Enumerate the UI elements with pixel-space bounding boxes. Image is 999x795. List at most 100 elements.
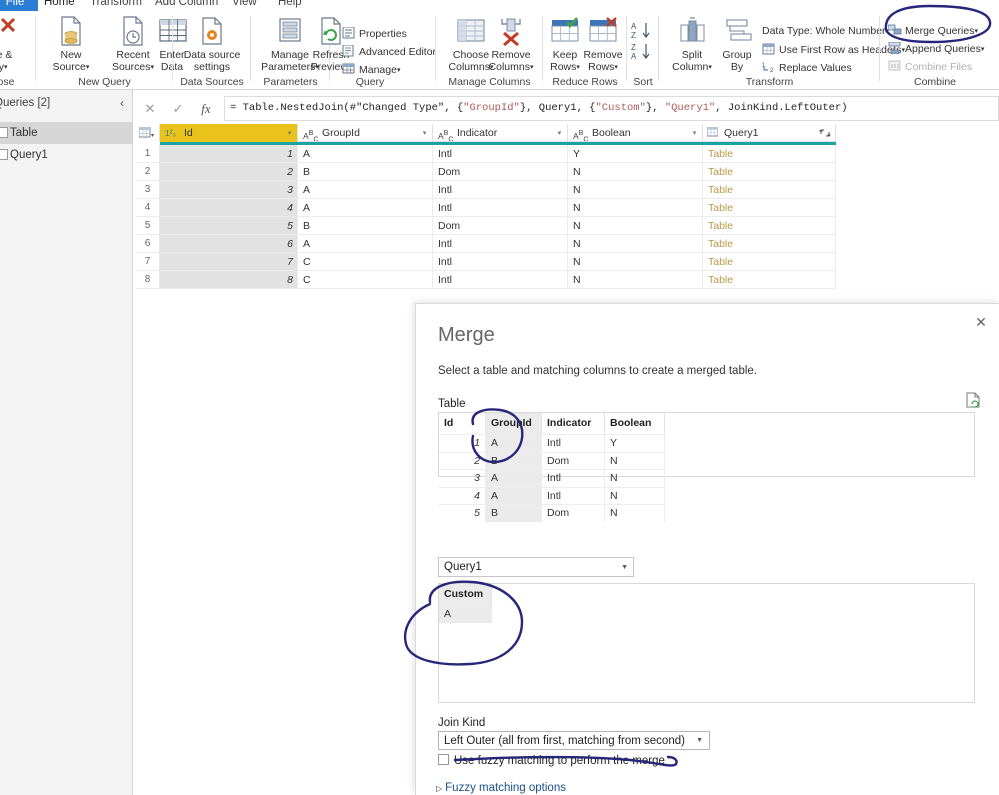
row-header[interactable]: 7 (136, 253, 160, 271)
text-type-icon: ABC (303, 129, 319, 142)
table-icon (0, 127, 8, 138)
tab-help[interactable]: Help (268, 0, 312, 11)
row-header[interactable]: 3 (136, 181, 160, 199)
row-header[interactable]: 6 (136, 235, 160, 253)
row-header[interactable]: 4 (136, 199, 160, 217)
nested-table-link[interactable]: Table (703, 163, 836, 181)
preview-column-header-boolean[interactable]: Boolean (605, 413, 665, 434)
close-and-apply-button[interactable]: ose & ply▾ (0, 15, 30, 74)
nested-table-link[interactable]: Table (703, 145, 836, 163)
query-item-table[interactable]: Table (0, 122, 133, 144)
check-icon[interactable]: ✓ (164, 96, 192, 121)
query-item-query1[interactable]: Query1 (0, 144, 133, 166)
second-query-dropdown[interactable]: Query1 ▼ (438, 557, 634, 577)
column-header-indicator[interactable]: ABC Indicator ▾ (433, 124, 568, 142)
grid-cell: 3 (160, 181, 298, 199)
split-column-caret-icon[interactable]: ▾ (708, 64, 712, 71)
fuzzy-matching-checkbox[interactable] (438, 754, 449, 765)
tab-home[interactable]: Home (34, 0, 85, 11)
nested-table-link[interactable]: Table (703, 199, 836, 217)
chevron-left-icon[interactable]: ‹ (120, 90, 124, 116)
remove-rows-button[interactable]: Remove Rows▾ (577, 15, 629, 74)
column-filter-icon[interactable]: ▾ (690, 130, 699, 137)
grid-corner-button[interactable]: ▾ (136, 124, 160, 142)
remove-rows-caret-icon[interactable]: ▾ (614, 64, 618, 71)
ribbon-group-combine: Merge Queries▾ Append Queries▾ Combine F… (880, 11, 999, 90)
join-kind-dropdown[interactable]: Left Outer (all from first, matching fro… (438, 731, 710, 750)
new-source-button[interactable]: New Source▾ (40, 15, 102, 74)
preview-column-header-id[interactable]: Id (439, 413, 486, 434)
tab-transform[interactable]: Transform (80, 0, 152, 11)
column-header-query1[interactable]: Query1 (703, 124, 836, 142)
row-header[interactable]: 2 (136, 163, 160, 181)
chevron-down-icon[interactable]: ▼ (621, 558, 628, 577)
sort-ascending-button[interactable]: A Z (630, 21, 654, 44)
combine-files-button[interactable]: Combine Files (888, 60, 972, 75)
preview-cell: A (486, 469, 542, 487)
new-source-caret-icon[interactable]: ▾ (86, 64, 90, 71)
nested-table-link[interactable]: Table (703, 217, 836, 235)
formula-input[interactable]: = Table.NestedJoin(#"Changed Type", {"Gr… (224, 96, 999, 121)
append-queries-caret-icon[interactable]: ▾ (981, 46, 985, 53)
ribbon-tab-bar: File Home Transform Add Column View Help (0, 0, 999, 11)
nested-table-link[interactable]: Table (703, 235, 836, 253)
row-header[interactable]: 8 (136, 271, 160, 289)
column-header-id[interactable]: 1²₃ Id ▾ (160, 124, 298, 142)
close-icon[interactable]: ✕ (971, 312, 991, 332)
replace-values-button[interactable]: 1 2 Replace Values (762, 61, 852, 76)
append-queries-button[interactable]: Append Queries▾ (888, 41, 985, 57)
properties-button[interactable]: Properties (342, 26, 407, 42)
preview-column-header-groupid[interactable]: GroupId (486, 413, 542, 434)
data-type-button[interactable]: Data Type: Whole Number▾ (762, 25, 889, 40)
manage-caret-icon[interactable]: ▾ (397, 67, 401, 74)
combine-files-label: Combine Files (905, 61, 973, 73)
preview-column-header-custom[interactable]: Custom (439, 584, 492, 605)
column-header-boolean[interactable]: ABC Boolean ▾ (568, 124, 703, 142)
page-refresh-icon[interactable] (966, 392, 980, 408)
split-column-label-1: Split (681, 49, 703, 61)
remove-rows-icon (577, 15, 629, 47)
fx-icon[interactable]: fx (192, 96, 220, 121)
close-apply-caret-icon[interactable]: ▾ (4, 64, 8, 71)
preview-column-header-indicator[interactable]: Indicator (542, 413, 605, 434)
nested-table-link[interactable]: Table (703, 253, 836, 271)
merge-queries-caret-icon[interactable]: ▾ (974, 28, 978, 35)
sort-descending-button[interactable]: Z A (630, 42, 654, 65)
tab-add-column[interactable]: Add Column (145, 0, 228, 11)
advanced-editor-button[interactable]: Advanced Editor (342, 44, 436, 60)
nested-table-link[interactable]: Table (703, 181, 836, 199)
replace-values-label: Replace Values (779, 62, 852, 74)
column-header-label: Query1 (724, 127, 759, 139)
chevron-down-icon[interactable]: ▼ (696, 732, 703, 750)
preview-column-label: Custom (444, 588, 484, 600)
preview-cell: N (605, 504, 665, 522)
column-filter-icon[interactable]: ▾ (420, 130, 429, 137)
data-source-settings-button[interactable]: Data source settings (177, 15, 247, 73)
cancel-icon[interactable]: ✕ (136, 96, 164, 121)
formula-bar: ✕ ✓ fx = Table.NestedJoin(#"Changed Type… (136, 96, 999, 121)
tab-view[interactable]: View (222, 0, 267, 11)
fuzzy-matching-label: Use fuzzy matching to perform the merge (454, 755, 665, 767)
grid-cell: 2 (160, 163, 298, 181)
expand-columns-icon[interactable] (819, 128, 831, 137)
text-type-icon: ABC (438, 129, 454, 142)
manage-label: Manage (359, 64, 397, 76)
ribbon-group-reduce-rows: Keep Rows▾ Remove Rows▾ Reduce Rows (543, 11, 627, 90)
merge-queries-button[interactable]: Merge Queries▾ (887, 24, 978, 39)
column-header-groupid[interactable]: ABC GroupId ▾ (298, 124, 433, 142)
group-by-button[interactable]: Group By (714, 15, 760, 73)
nested-table-link[interactable]: Table (703, 271, 836, 289)
tab-file[interactable]: File (0, 0, 38, 11)
remove-columns-caret-icon[interactable]: ▾ (530, 64, 534, 71)
fuzzy-matching-checkbox-row[interactable]: Use fuzzy matching to perform the merge (438, 754, 665, 767)
row-header[interactable]: 5 (136, 217, 160, 235)
remove-columns-button[interactable]: Remove Columns▾ (480, 15, 542, 74)
column-filter-icon[interactable]: ▾ (285, 130, 294, 137)
row-header[interactable]: 1 (136, 145, 160, 163)
grid-cell: 4 (160, 199, 298, 217)
grid-cell: Intl (433, 235, 568, 253)
column-filter-icon[interactable]: ▾ (555, 130, 564, 137)
ribbon-group-combine-label: Combine (913, 76, 957, 88)
preview-cell: 4 (439, 486, 486, 505)
fuzzy-matching-options-expander[interactable]: ▷ Fuzzy matching options (436, 782, 566, 794)
